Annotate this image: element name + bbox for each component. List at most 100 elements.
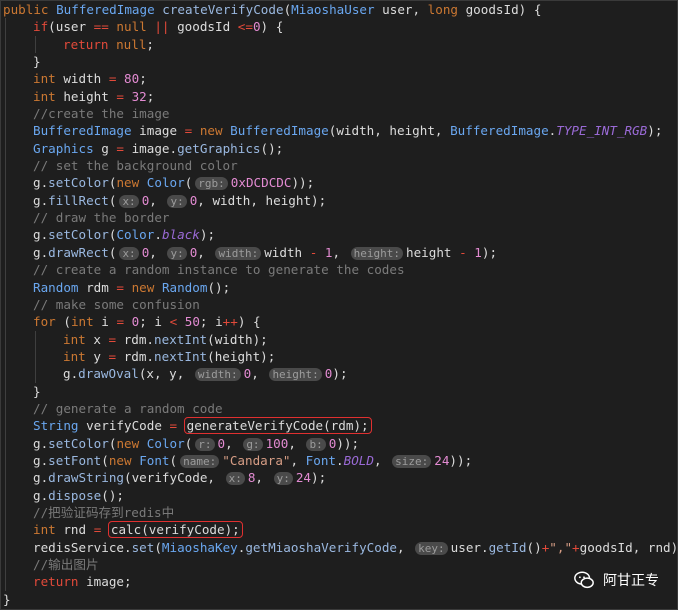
code-token: nextInt xyxy=(154,348,208,364)
code-token: 0 xyxy=(252,19,261,35)
code-line[interactable]: int x = rdm.nextInt(width); xyxy=(3,330,677,348)
code-token: return xyxy=(63,36,117,52)
param-hint: height: xyxy=(269,368,322,382)
code-line[interactable]: Graphics g = image.getGraphics(); xyxy=(3,139,677,158)
code-line[interactable]: Random rdm = new Random(); xyxy=(3,278,677,296)
code-line[interactable]: String verifyCode = generateVerifyCode(r… xyxy=(3,417,677,435)
code-token: goodsId) { xyxy=(465,2,542,17)
code-line[interactable]: g.setColor(new Color(r: 0, g: 100, b: 0)); xyxy=(3,434,677,452)
code-token: , xyxy=(149,192,165,208)
code-line[interactable]: g.drawRect(x: 0, y: 0, width: width - 1, he… xyxy=(3,243,677,262)
code-token: public xyxy=(3,2,57,17)
code-token: Font xyxy=(139,452,170,468)
highlighted-code: generateVerifyCode(rdm); xyxy=(183,417,372,435)
code-token: set xyxy=(131,539,155,555)
code-token: i xyxy=(101,314,117,330)
code-token: Random xyxy=(161,279,208,295)
code-token: MiaoshaUser xyxy=(291,2,383,17)
code-line[interactable]: //create the image xyxy=(3,105,677,123)
code-line[interactable]: g.drawOval(x, y, width: 0, height: 0); xyxy=(3,365,677,383)
code-line[interactable]: if(user == null || goodsId <=0) { xyxy=(3,18,677,36)
code-token: ) { xyxy=(260,19,284,35)
code-token: = xyxy=(108,71,125,87)
code-token: 100 xyxy=(265,435,289,451)
code-line[interactable]: redisService.set(MiaoshaKey.getMiaoshaVe… xyxy=(3,538,678,556)
wechat-icon xyxy=(574,571,594,589)
code-line[interactable]: // make some confusion xyxy=(3,295,677,314)
param-hint: size: xyxy=(392,454,432,468)
code-line[interactable]: g.setFont(new Font(name: "Candara", Font.… xyxy=(3,451,677,470)
code-token: = xyxy=(108,331,124,347)
code-token: ( xyxy=(184,175,193,191)
watermark: 阿甘正专 xyxy=(573,569,659,591)
code-token: ); xyxy=(481,244,498,260)
indent-guide xyxy=(5,87,6,106)
code-line[interactable]: // create a random instance to generate … xyxy=(3,261,677,279)
code-token: () xyxy=(526,539,542,555)
param-hint: width: xyxy=(215,246,262,260)
indent-guide xyxy=(5,157,6,175)
code-token: drawOval xyxy=(78,366,139,382)
code-token: )); xyxy=(291,175,315,191)
param-hint: x: xyxy=(119,246,139,260)
code-token: height xyxy=(63,88,117,104)
code-token: || xyxy=(154,19,170,35)
code-token: = xyxy=(116,279,132,295)
code-line[interactable]: // generate a random code xyxy=(3,399,677,418)
code-token: dispose xyxy=(48,487,102,503)
code-token: )); xyxy=(336,435,360,451)
code-line[interactable]: int rnd = calc(verifyCode); xyxy=(3,521,677,539)
code-token: (); xyxy=(260,140,284,156)
indent-guide xyxy=(5,35,6,54)
code-line[interactable]: } xyxy=(3,53,677,71)
code-token: ); xyxy=(311,470,327,486)
code-token: verifyCode xyxy=(86,418,170,434)
code-line[interactable]: return null; xyxy=(3,35,677,54)
code-token: setFont xyxy=(48,452,102,468)
code-token: = xyxy=(169,418,185,434)
code-token: (user xyxy=(48,19,94,35)
param-hint: height: xyxy=(350,246,404,260)
code-line[interactable]: int width = 80; xyxy=(3,70,677,88)
indent-guide xyxy=(5,295,6,314)
param-hint: y: xyxy=(167,246,187,260)
code-token: "Candara" xyxy=(222,452,291,468)
code-token: g. xyxy=(33,435,49,451)
code-token: < xyxy=(169,314,185,330)
indent-guide xyxy=(5,122,6,140)
indent-guide xyxy=(35,35,36,54)
code-token: } xyxy=(33,54,41,70)
code-line[interactable]: int height = 32; xyxy=(3,87,677,106)
code-line[interactable]: } xyxy=(3,382,677,400)
code-editor[interactable]: public BufferedImage createVerifyCode(Mi… xyxy=(0,0,678,610)
code-line[interactable]: for (int i = 0; i < 50; i++) { xyxy=(3,313,677,331)
code-line[interactable]: g.fillRect(x: 0, y: 0, width, height); xyxy=(3,191,677,210)
code-token: goodsId, rnd); xyxy=(579,539,678,555)
code-line[interactable]: //把验证码存到redis中 xyxy=(3,503,677,522)
indent-guide xyxy=(5,399,6,418)
code-line[interactable]: g.setColor(new Color(rgb: 0xDCDCDC)); xyxy=(3,174,677,192)
code-token: rnd xyxy=(63,522,94,538)
code-token: , xyxy=(251,366,267,382)
code-line[interactable]: // set the background color xyxy=(3,157,677,175)
code-token: new xyxy=(199,123,231,139)
code-token: (); xyxy=(101,487,124,503)
code-area[interactable]: public BufferedImage createVerifyCode(Mi… xyxy=(3,1,678,608)
indent-guide xyxy=(5,434,6,452)
code-token: ); xyxy=(332,366,348,382)
code-line[interactable]: g.setColor(Color.black); xyxy=(3,226,677,244)
code-token: setColor xyxy=(48,435,109,451)
code-line[interactable]: // draw the border xyxy=(3,209,677,227)
indent-guide xyxy=(35,330,36,348)
code-token: g. xyxy=(63,366,79,382)
code-token: (); xyxy=(207,279,231,295)
code-line[interactable]: public BufferedImage createVerifyCode(Mi… xyxy=(3,1,677,18)
code-token: g. xyxy=(33,487,49,503)
code-line[interactable]: BufferedImage image = new BufferedImage(… xyxy=(3,122,677,140)
code-line[interactable]: g.drawString(verifyCode, x: 8, y: 24); xyxy=(3,469,677,487)
code-line[interactable]: } xyxy=(3,591,677,608)
code-token: ; xyxy=(146,88,155,104)
code-line[interactable]: g.dispose(); xyxy=(3,486,677,504)
code-line[interactable]: int y = rdm.nextInt(height); xyxy=(3,347,677,366)
code-token: // set the background color xyxy=(33,158,238,174)
